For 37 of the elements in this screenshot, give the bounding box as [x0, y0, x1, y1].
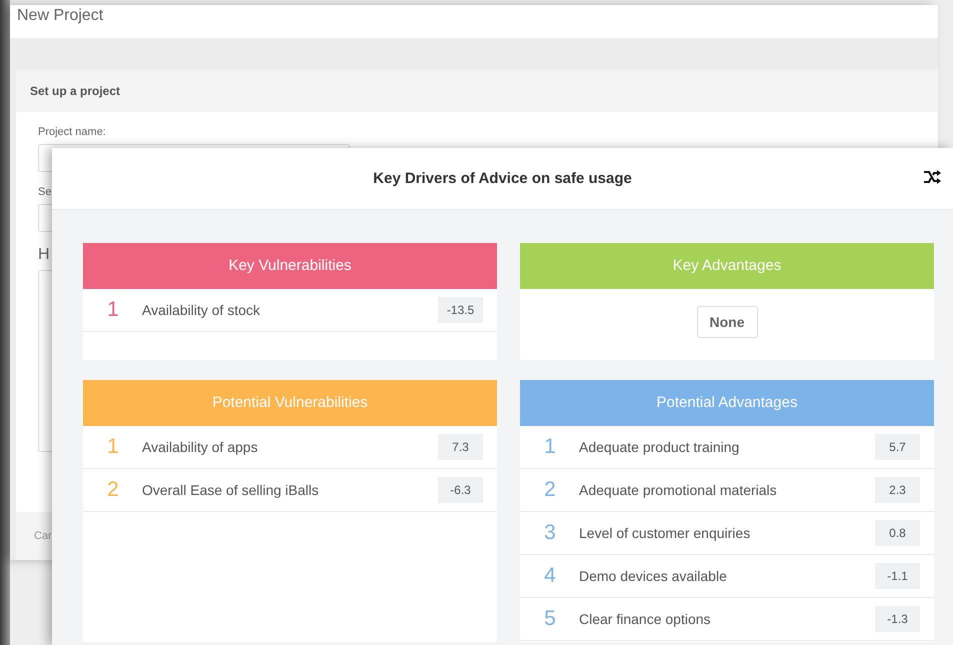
rank-number: 2: [543, 478, 557, 502]
rank-number: 1: [543, 435, 557, 459]
driver-label: Clear finance options: [578, 611, 712, 627]
rank-number: 3: [543, 521, 557, 545]
score-badge: -13.5: [438, 297, 483, 323]
card-header: Potential Advantages: [520, 380, 934, 426]
score-badge: 5.7: [875, 434, 920, 460]
field-label: Project name:: [38, 126, 106, 138]
rank-number: 5: [543, 607, 557, 631]
driver-label: Availability of stock: [141, 302, 262, 318]
shuffle-icon[interactable]: [923, 170, 941, 184]
card-header: Key Vulnerabilities: [83, 243, 497, 289]
score-badge: 0.8: [875, 520, 920, 546]
driver-label: Adequate product training: [578, 439, 740, 455]
score-badge: -1.3: [875, 606, 920, 632]
rank-number: 2: [106, 478, 120, 502]
cancel-button[interactable]: Car: [34, 530, 52, 542]
score-badge: 7.3: [438, 434, 483, 460]
driver-label: Level of customer enquiries: [578, 525, 752, 541]
rank-number: 1: [106, 298, 120, 322]
modal-title: Key Drivers of Advice on safe usage: [373, 170, 632, 187]
score-badge: 2.3: [875, 477, 920, 503]
score-badge: -6.3: [438, 477, 483, 503]
card-header: Potential Vulnerabilities: [83, 380, 497, 426]
panel-title: Set up a project: [16, 70, 938, 112]
window-title: New Project: [10, 5, 938, 38]
card-header: Key Advantages: [520, 243, 934, 289]
driver-label: Demo devices available: [578, 568, 728, 584]
section-heading: H: [38, 246, 50, 264]
driver-label: Availability of apps: [141, 439, 259, 455]
rank-number: 4: [543, 564, 557, 588]
score-badge: -1.1: [875, 563, 920, 589]
driver-label: Overall Ease of selling iBalls: [141, 482, 320, 498]
driver-label: Adequate promotional materials: [578, 482, 778, 498]
empty-badge: None: [696, 306, 758, 338]
field-label: Se: [38, 186, 52, 198]
rank-number: 1: [106, 435, 120, 459]
